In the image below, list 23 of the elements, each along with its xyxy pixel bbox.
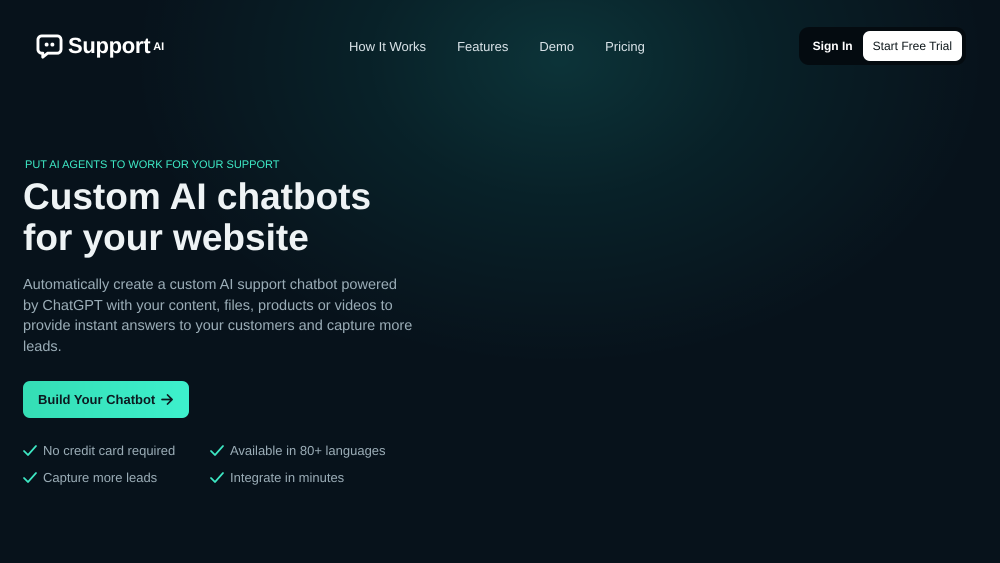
hero-description: Automatically create a custom AI support chatbot powered by ChatGPT with your content, files, products or videos to provide instant answers to your customers and capture more leads. xyxy=(23,276,413,356)
nav-link[interactable]: Pricing xyxy=(605,38,645,54)
logo-wordmark[interactable]: Support xyxy=(68,33,150,59)
nav-link[interactable]: Demo xyxy=(539,38,574,54)
checkmark-icon xyxy=(23,472,37,483)
hero-heading: for your website xyxy=(23,217,309,258)
checkmark-icon xyxy=(210,472,224,483)
checkmark-icon xyxy=(210,445,224,456)
checkmark-icon xyxy=(23,445,37,456)
hero-heading: Custom AI chatbots xyxy=(23,176,372,217)
feature-text: Available in 80+ languages xyxy=(230,443,386,458)
start-trial-button[interactable]: Start Free Trial xyxy=(862,31,962,61)
chat-bubble-icon xyxy=(36,34,63,58)
nav-link[interactable]: Features xyxy=(457,38,508,54)
feature-text: Integrate in minutes xyxy=(230,470,344,485)
arrow-right-icon xyxy=(161,394,174,405)
sign-in-link[interactable]: Sign In xyxy=(812,39,853,53)
feature-text: No credit card required xyxy=(43,443,176,458)
nav-link[interactable]: How It Works xyxy=(349,38,426,54)
feature-text: Capture more leads xyxy=(43,470,158,485)
hero-eyebrow: PUT AI AGENTS TO WORK FOR YOUR SUPPORT xyxy=(25,159,280,171)
build-chatbot-button[interactable]: Build Your Chatbot xyxy=(23,381,190,418)
logo-superscript: AI xyxy=(153,41,164,53)
